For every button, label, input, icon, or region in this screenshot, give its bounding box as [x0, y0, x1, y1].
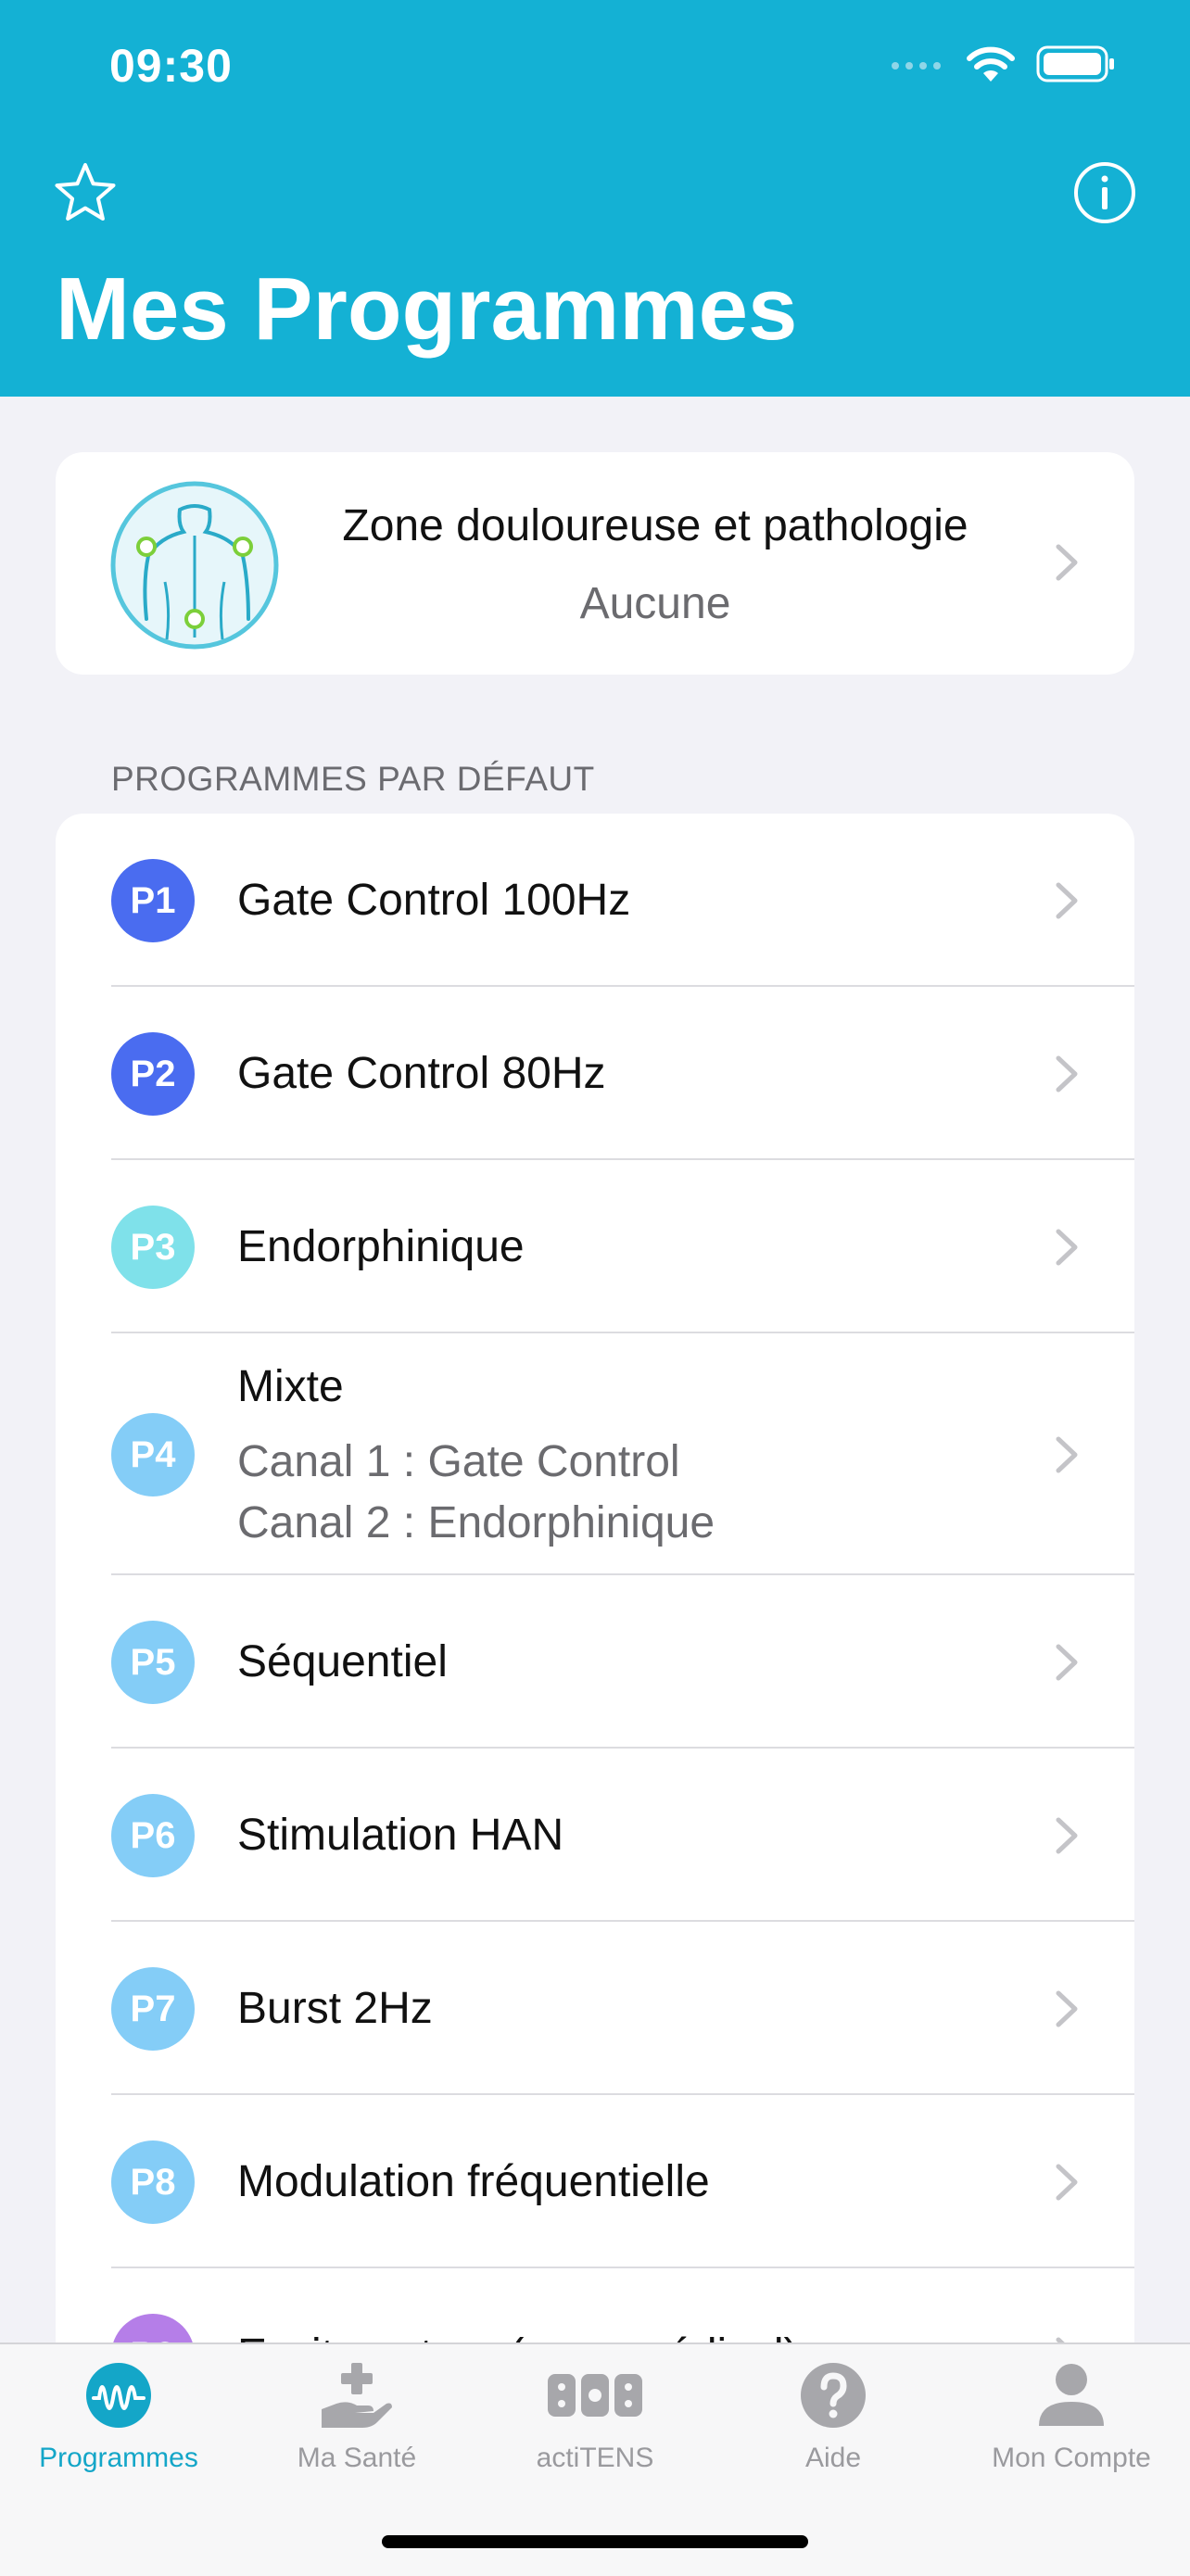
program-label: Modulation fréquentielle — [237, 2157, 710, 2206]
program-badge: P2 — [111, 1032, 195, 1116]
status-icons — [890, 44, 1116, 83]
status-time: 09:30 — [109, 40, 233, 92]
program-row-p3[interactable]: P3 Endorphinique — [56, 1160, 1134, 1333]
program-label: Endorphinique — [237, 1222, 525, 1271]
zone-pathology-card[interactable]: Zone douloureuse et pathologie Aucune — [56, 452, 1134, 675]
zone-title: Zone douloureuse et pathologie — [342, 501, 968, 550]
program-row-p5[interactable]: P5 Séquentiel — [56, 1575, 1134, 1749]
chevron-right-icon — [1056, 1644, 1078, 1681]
tab-label: Ma Santé — [297, 2443, 417, 2473]
zone-value: Aucune — [579, 579, 731, 628]
program-label: Burst 2Hz — [237, 1984, 433, 2033]
program-label: Mixte — [237, 1362, 344, 1411]
tab-programmes[interactable]: Programmes — [0, 2361, 237, 2491]
tab-label: Aide — [804, 2443, 862, 2473]
program-badge: P1 — [111, 859, 195, 942]
health-hand-icon — [322, 2363, 392, 2428]
page-title: Mes Programmes — [56, 259, 798, 359]
program-badge: P5 — [111, 1621, 195, 1704]
home-indicator[interactable] — [382, 2535, 808, 2548]
section-header-default-programs: PROGRAMMES PAR DÉFAUT — [111, 760, 595, 798]
program-badge: P4 — [111, 1413, 195, 1496]
program-label: Séquentiel — [237, 1637, 448, 1686]
program-row-p4[interactable]: P4 Mixte Canal 1 : Gate Control Canal 2 … — [56, 1333, 1134, 1575]
body-back-illustration-icon — [110, 481, 279, 650]
info-icon — [1074, 162, 1135, 223]
program-row-p8[interactable]: P8 Modulation fréquentielle — [56, 2095, 1134, 2268]
chevron-right-icon — [1056, 882, 1078, 919]
help-icon — [801, 2363, 866, 2428]
chevron-right-icon — [1056, 1055, 1078, 1092]
tab-label: Mon Compte — [992, 2443, 1151, 2473]
header: 09:30 Mes Programmes — [0, 0, 1190, 397]
wifi-icon — [967, 46, 1015, 82]
tab-actitens[interactable]: actiTENS — [476, 2361, 714, 2491]
program-row-p9[interactable]: P9 Excitomoteur (sans médical) — [56, 2268, 1134, 2342]
program-badge: P3 — [111, 1206, 195, 1289]
tab-label: actiTENS — [536, 2443, 654, 2473]
program-row-p7[interactable]: P7 Burst 2Hz — [56, 1922, 1134, 2095]
chevron-right-icon — [1056, 1436, 1078, 1473]
chevron-right-icon — [1056, 1990, 1078, 2027]
tab-label: Programmes — [39, 2443, 198, 2473]
programs-list: P1 Gate Control 100Hz P2 Gate Control 80… — [56, 814, 1134, 2342]
chevron-right-icon — [1056, 1817, 1078, 1854]
device-icon — [548, 2374, 642, 2417]
account-icon — [1039, 2364, 1104, 2426]
cellular-signal-icon — [892, 62, 941, 69]
program-badge: P8 — [111, 2140, 195, 2224]
chevron-right-icon — [1056, 544, 1078, 581]
program-channel-2: Canal 2 : Endorphinique — [237, 1498, 715, 1547]
program-label: Stimulation HAN — [237, 1811, 564, 1860]
program-label: Excitomoteur (sans médical) — [237, 2330, 799, 2342]
chevron-right-icon — [1056, 2164, 1078, 2201]
tab-ma-sante[interactable]: Ma Santé — [238, 2361, 475, 2491]
tab-aide[interactable]: Aide — [715, 2361, 952, 2491]
program-label: Gate Control 80Hz — [237, 1049, 606, 1098]
program-badge: P9 — [111, 2314, 195, 2342]
program-row-p2[interactable]: P2 Gate Control 80Hz — [56, 987, 1134, 1160]
program-badge: P6 — [111, 1794, 195, 1877]
chevron-right-icon — [1056, 1229, 1078, 1266]
program-channel-1: Canal 1 : Gate Control — [237, 1437, 680, 1486]
program-label: Gate Control 100Hz — [237, 876, 631, 925]
battery-icon — [1036, 45, 1114, 82]
favorite-star-button[interactable] — [52, 159, 119, 226]
info-button[interactable] — [1071, 159, 1138, 226]
star-icon — [55, 163, 116, 221]
chevron-right-icon — [1056, 2337, 1065, 2342]
program-row-p6[interactable]: P6 Stimulation HAN — [56, 1749, 1134, 1922]
tab-mon-compte[interactable]: Mon Compte — [953, 2361, 1190, 2491]
waveform-icon — [86, 2363, 151, 2428]
program-row-p1[interactable]: P1 Gate Control 100Hz — [56, 814, 1134, 987]
program-badge: P7 — [111, 1967, 195, 2051]
